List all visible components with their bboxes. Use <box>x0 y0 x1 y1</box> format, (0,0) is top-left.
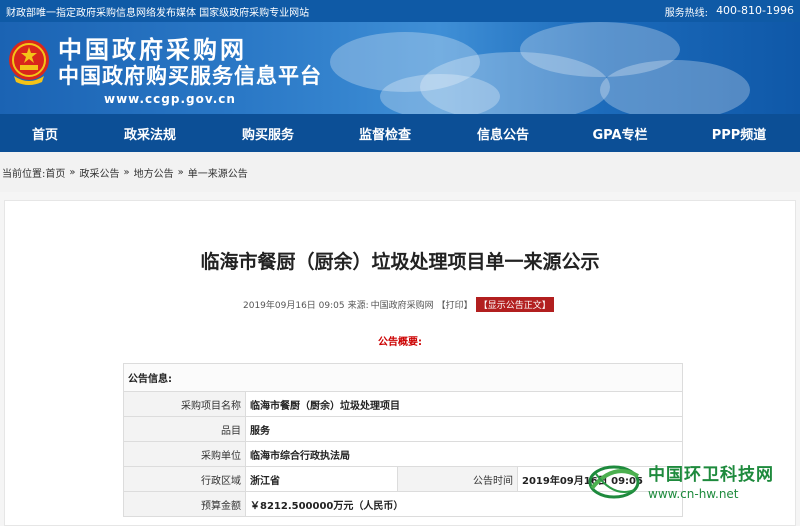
breadcrumb-prefix: 当前位置: <box>2 168 46 180</box>
row-label: 采购项目名称 <box>123 391 246 417</box>
nav-item-announcements[interactable]: 信息公告 <box>444 124 562 143</box>
article-date: 2019年09月16日 09:05 <box>243 301 345 311</box>
source-label: 来源: <box>347 301 369 311</box>
article-title: 临海市餐厨（厨余）垃圾处理项目单一来源公示 <box>200 251 600 273</box>
project-name-value: 临海市餐厨（厨余）垃圾处理项目 <box>245 391 683 417</box>
row-label: 预算金额 <box>123 491 246 517</box>
info-table-header: 公告信息: <box>123 363 683 392</box>
site-logo[interactable]: 中国政府采购网 中国政府购买服务信息平台 www.ccgp.gov.cn <box>58 36 322 106</box>
print-link[interactable]: 【打印】 <box>437 298 473 311</box>
nav-item-gpa[interactable]: GPA专栏 <box>562 124 678 143</box>
site-url: www.ccgp.gov.cn <box>104 92 236 106</box>
source-name: 中国政府采购网 <box>370 301 434 311</box>
breadcrumb-separator: » <box>69 166 76 178</box>
table-row: 品目 服务 <box>123 416 683 442</box>
site-subtitle: 中国政府购买服务信息平台 <box>58 64 322 88</box>
nav-item-supervision[interactable]: 监督检查 <box>326 124 444 143</box>
watermark-name: 中国环卫科技网 <box>648 464 774 485</box>
row-label: 采购单位 <box>123 441 246 467</box>
category-value: 服务 <box>245 416 683 442</box>
watermark-url: www.cn-hw.net <box>648 486 739 501</box>
nav-item-regulations[interactable]: 政采法规 <box>90 124 210 143</box>
nav-item-home[interactable]: 首页 <box>0 124 90 143</box>
breadcrumb-separator: » <box>177 166 184 178</box>
hotline-label: 服务热线: <box>664 7 709 19</box>
nav-item-purchase-services[interactable]: 购买服务 <box>210 124 326 143</box>
row-label: 行政区域 <box>123 466 246 492</box>
site-banner: 中国政府采购网 中国政府购买服务信息平台 www.ccgp.gov.cn <box>0 22 800 114</box>
globe-leaf-icon <box>588 465 640 499</box>
content-area: 临海市餐厨（厨余）垃圾处理项目单一来源公示 2019年09月16日 09:05 … <box>0 192 800 526</box>
table-row: 采购项目名称 临海市餐厨（厨余）垃圾处理项目 <box>123 391 683 417</box>
article-meta: 2019年09月16日 09:05 来源: 中国政府采购网 【打印】 【显示公告… <box>243 297 554 312</box>
row-label: 品目 <box>123 416 246 442</box>
top-strip-slogan: 财政部唯一指定政府采购信息网络发布媒体 国家级政府采购专业网站 <box>6 7 310 19</box>
region-value: 浙江省 <box>245 466 398 492</box>
row-label: 公告时间 <box>397 466 518 492</box>
national-emblem-icon <box>9 40 49 85</box>
breadcrumb-single-source[interactable]: 单一来源公告 <box>188 165 248 180</box>
main-nav: 首页 政采法规 购买服务 监督检查 信息公告 GPA专栏 PPP频道 <box>0 114 800 152</box>
show-text-button[interactable]: 【显示公告正文】 <box>475 297 554 312</box>
hotline-number: 400-810-1996 <box>716 3 794 17</box>
breadcrumb-notices[interactable]: 政采公告 <box>80 165 120 180</box>
site-title: 中国政府采购网 <box>58 36 247 64</box>
breadcrumb-local-notices[interactable]: 地方公告 <box>134 165 174 180</box>
watermark: 中国环卫科技网 www.cn-hw.net <box>586 458 774 502</box>
breadcrumb: 当前位置: 首页 » 政采公告 » 地方公告 » 单一来源公告 <box>0 152 800 192</box>
summary-heading: 公告概要: <box>378 337 422 348</box>
nav-item-ppp[interactable]: PPP频道 <box>678 124 800 143</box>
top-strip: 财政部唯一指定政府采购信息网络发布媒体 国家级政府采购专业网站 服务热线: 40… <box>0 0 800 22</box>
breadcrumb-home[interactable]: 首页 <box>45 165 65 180</box>
hotline: 服务热线: 400-810-1996 <box>665 4 794 19</box>
breadcrumb-separator: » <box>123 166 130 178</box>
